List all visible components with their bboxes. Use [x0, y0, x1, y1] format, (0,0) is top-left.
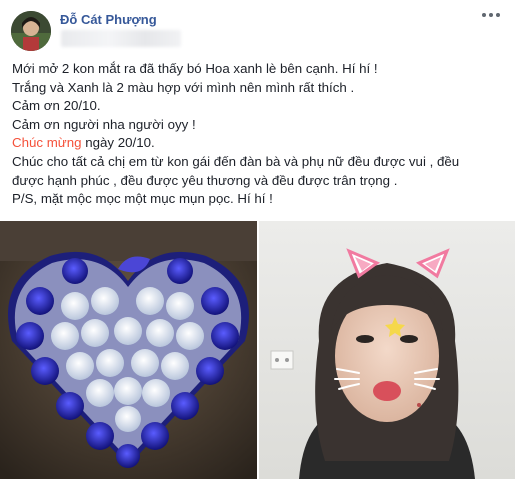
post-line: Cảm ơn người nha người oyy !: [12, 116, 196, 132]
more-horizontal-icon[interactable]: [479, 6, 503, 24]
dot: [489, 13, 493, 17]
post-line: được hạnh phúc , đều được yêu thương và …: [12, 172, 398, 188]
flower-bouquet-photo[interactable]: [0, 221, 257, 479]
post-line: Mới mở 2 kon mắt ra đã thấy bó Hoa xanh …: [12, 61, 378, 76]
post-line: P/S, mặt mộc mọc một mục mụn pọc. Hí hí …: [12, 191, 273, 207]
dot: [482, 13, 486, 17]
highlight-text: Chúc mừng: [12, 135, 82, 151]
post-line: Trắng và Xanh là 2 màu hợp với mình nên …: [12, 79, 355, 95]
post-line: Chúc cho tất cả chị em từ kon gái đến đà…: [12, 153, 460, 169]
author-name[interactable]: Đỗ Cát Phượng: [60, 12, 157, 27]
dot: [496, 13, 500, 17]
author-avatar[interactable]: [11, 11, 51, 51]
post-header: Đỗ Cát Phượng: [0, 0, 515, 54]
post-line: Cảm ơn 20/10.: [12, 98, 101, 114]
selfie-photo[interactable]: [259, 221, 515, 479]
post-line: Chúc mừng ngày 20/10.: [12, 134, 512, 153]
blurred-timestamp: [61, 30, 181, 47]
post-text: Mới mở 2 kon mắt ra đã thấy bó Hoa xanh …: [12, 60, 512, 209]
post-line-rest: ngày 20/10.: [81, 135, 155, 151]
